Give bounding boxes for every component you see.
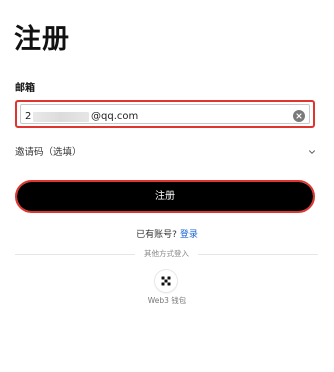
register-button[interactable]: 注册 bbox=[17, 182, 313, 211]
email-label: 邮箱 bbox=[15, 83, 35, 94]
chevron-down-icon bbox=[309, 150, 315, 154]
page-title: 注册 bbox=[14, 24, 70, 55]
divider-line-right bbox=[198, 254, 318, 255]
web3-wallet-button[interactable] bbox=[155, 270, 177, 292]
email-value-first-char: 2 bbox=[25, 111, 32, 122]
wallet-icon bbox=[161, 276, 171, 286]
close-icon bbox=[296, 113, 302, 119]
email-field[interactable]: 2 @qq.com bbox=[15, 100, 315, 128]
clear-icon[interactable] bbox=[293, 110, 305, 122]
email-value-domain: @qq.com bbox=[91, 111, 139, 122]
email-redaction-mask bbox=[33, 112, 89, 122]
login-prompt: 已有账号? 登录 bbox=[0, 229, 334, 241]
other-methods-divider: 其他方式登入 bbox=[15, 248, 318, 260]
web3-wallet-label: Web3 钱包 bbox=[147, 296, 187, 305]
invite-code-label: 邀请码（选填） bbox=[15, 147, 82, 158]
register-page: 注册 邮箱 2 @qq.com 邀请码（选填） 注册 已有账号? 登录 其他方式… bbox=[0, 0, 334, 372]
login-link[interactable]: 登录 bbox=[180, 230, 198, 240]
login-prompt-text: 已有账号? bbox=[136, 230, 177, 240]
invite-code-toggle[interactable]: 邀请码（选填） bbox=[15, 144, 318, 162]
email-input[interactable]: 2 @qq.com bbox=[20, 104, 310, 124]
